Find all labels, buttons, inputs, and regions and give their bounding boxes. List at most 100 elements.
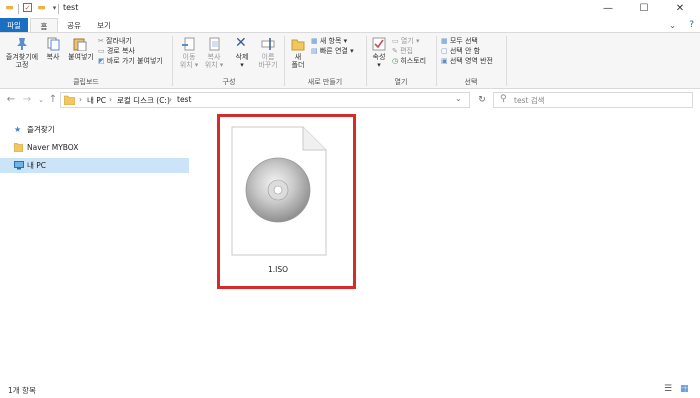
details-view-icon[interactable]: ☰ [664, 384, 672, 394]
select-all-label: 모두 선택 [449, 37, 478, 45]
refresh-icon[interactable]: ↻ [475, 93, 489, 107]
new-item-icon: ▦ [311, 37, 318, 45]
breadcrumb-separator: › [79, 95, 82, 104]
delete-label: 삭제 ▾ [235, 53, 249, 69]
new-folder-label: 새 폴더 [291, 53, 305, 69]
minimize-button[interactable]: — [590, 0, 626, 18]
group-separator [172, 36, 173, 86]
pin-icon [17, 38, 27, 50]
paste-label: 붙여넣기 [68, 53, 94, 61]
copy-to-icon [209, 37, 220, 51]
ribbon: 즐겨찾기에 고정 복사 붙여넣기 ✂ 잘라내기 ▭ 경로 복사 ◩ 바로 가기 붙… [0, 32, 700, 89]
invert-selection-icon: ▣ [441, 57, 448, 65]
search-box[interactable]: ⚲ test 검색 [493, 92, 693, 108]
select-all-button[interactable]: ▦ 모두 선택 [441, 37, 478, 46]
star-icon: ★ [14, 125, 22, 134]
divider [18, 4, 19, 14]
nav-item-quick-access[interactable]: ★ 즐겨찾기 [0, 122, 189, 137]
group-separator [506, 36, 507, 86]
large-icons-view-icon[interactable]: ▦ [680, 384, 689, 394]
rename-icon [261, 38, 275, 50]
tab-file[interactable]: 파일 [0, 18, 28, 33]
copy-label: 복사 [46, 53, 60, 61]
nav-item-naver-mybox[interactable]: Naver MYBOX [0, 140, 189, 155]
copy-button[interactable]: 복사 [42, 37, 64, 75]
disc-image-file-icon [231, 126, 327, 256]
edit-label: 편집 [400, 47, 413, 55]
tab-share[interactable]: 공유 [60, 18, 88, 33]
breadcrumb-this-pc[interactable]: 내 PC [87, 95, 106, 106]
breadcrumb-separator: › [169, 95, 172, 104]
file-name-label: 1.ISO [267, 265, 289, 274]
search-placeholder: test 검색 [514, 96, 545, 105]
select-none-button[interactable]: ▢ 선택 안 함 [441, 47, 480, 56]
close-button[interactable]: ✕ [662, 0, 698, 18]
new-item-label: 새 항목 ▾ [319, 37, 348, 45]
ribbon-tabs: 파일 홈 공유 보기 ⌄ ? [0, 18, 700, 33]
new-item-button[interactable]: ▦ 새 항목 ▾ [311, 37, 347, 46]
computer-icon [14, 161, 24, 170]
history-icon: ◷ [392, 57, 399, 65]
easy-access-label: 빠른 연결 ▾ [319, 47, 354, 55]
paste-shortcut-icon: ◩ [98, 57, 105, 65]
select-all-icon: ▦ [441, 37, 448, 45]
navigation-pane: ★ 즐겨찾기 Naver MYBOX 내 PC [0, 110, 190, 380]
address-dropdown-icon[interactable]: ⌄ [455, 94, 462, 103]
copy-path-label: 경로 복사 [106, 47, 135, 55]
properties-button[interactable]: 속성 ▾ [370, 37, 388, 75]
group-label-new: 새로 만들기 [307, 78, 343, 86]
nav-item-this-pc[interactable]: 내 PC [0, 158, 189, 173]
pin-quick-access-button[interactable]: 즐겨찾기에 고정 [4, 37, 40, 75]
group-label-clipboard: 클립보드 [73, 78, 99, 86]
cut-button[interactable]: ✂ 잘라내기 [98, 37, 132, 46]
copy-path-icon: ▭ [98, 47, 105, 55]
rename-button[interactable]: 이름 바꾸기 [256, 37, 280, 75]
file-item-iso[interactable] [226, 124, 352, 281]
edit-button[interactable]: ✎ 편집 [392, 47, 413, 56]
tab-view[interactable]: 보기 [90, 18, 118, 33]
folder-icon [14, 143, 23, 152]
easy-access-button[interactable]: ▤ 빠른 연결 ▾ [311, 47, 354, 56]
delete-button[interactable]: ✕ 삭제 ▾ [231, 36, 253, 75]
open-icon: ▭ [392, 37, 399, 45]
group-separator [436, 36, 437, 86]
breadcrumb-local-disk[interactable]: 로컬 디스크 (C:) [117, 95, 170, 106]
open-button[interactable]: ▭ 열기 ▾ [392, 37, 419, 46]
up-arrow-icon[interactable]: ↑ [46, 93, 60, 107]
window-title: test [63, 3, 79, 12]
move-to-icon [182, 37, 195, 51]
properties-qa-icon[interactable]: ✓ [23, 3, 32, 12]
breadcrumb-separator: › [109, 95, 112, 104]
address-bar[interactable]: › 내 PC › 로컬 디스크 (C:) › test ⌄ [60, 92, 470, 108]
history-button[interactable]: ◷ 히스토리 [392, 57, 426, 66]
tab-home[interactable]: 홈 [30, 18, 58, 33]
edit-icon: ✎ [392, 47, 398, 55]
ribbon-expand-icon[interactable]: ⌄ [669, 21, 676, 30]
address-row: ← → ⌄ ↑ › 내 PC › 로컬 디스크 (C:) › test ⌄ ↻ … [0, 90, 700, 110]
copy-to-button[interactable]: 복사 위치 ▾ [203, 37, 225, 75]
search-icon: ⚲ [500, 94, 507, 104]
copy-icon [47, 37, 60, 51]
forward-arrow-icon[interactable]: → [20, 93, 34, 107]
invert-selection-label: 선택 영역 반전 [449, 57, 493, 65]
rename-label: 이름 바꾸기 [258, 53, 278, 69]
help-icon[interactable]: ? [689, 20, 694, 30]
new-folder-button[interactable]: 새 폴더 [288, 37, 308, 75]
move-to-button[interactable]: 이동 위치 ▾ [178, 37, 200, 75]
paste-shortcut-button[interactable]: ◩ 바로 가기 붙여넣기 [98, 57, 163, 66]
breadcrumb-test[interactable]: test [177, 95, 191, 104]
title-bar: ▬ ✓ ▬ ▾ test — ☐ ✕ [0, 0, 700, 18]
status-bar: 1개 항목 ☰ ▦ [0, 382, 700, 398]
maximize-button[interactable]: ☐ [626, 0, 662, 18]
history-label: 히스토리 [400, 57, 427, 65]
easy-access-icon: ▤ [311, 47, 318, 55]
invert-selection-button[interactable]: ▣ 선택 영역 반전 [441, 57, 493, 66]
copy-path-button[interactable]: ▭ 경로 복사 [98, 47, 135, 56]
group-separator [284, 36, 285, 86]
paste-icon [73, 38, 87, 51]
scissors-icon: ✂ [98, 37, 104, 45]
select-none-label: 선택 안 함 [449, 47, 481, 55]
back-arrow-icon[interactable]: ← [4, 93, 18, 107]
paste-button[interactable]: 붙여넣기 [66, 37, 94, 75]
new-folder-qa-icon[interactable]: ▬ [36, 3, 47, 14]
